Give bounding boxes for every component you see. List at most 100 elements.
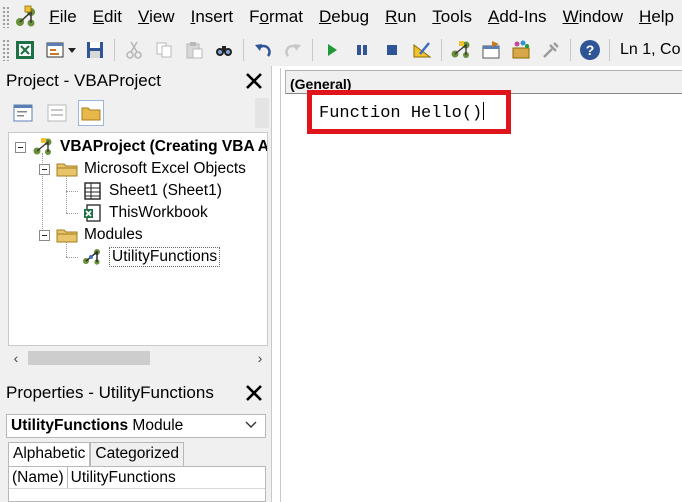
tree-item-thisworkbook[interactable]: ThisWorkbook [81, 202, 208, 224]
properties-window-icon[interactable] [480, 39, 502, 61]
menu-add-ins[interactable]: Add-Ins [480, 0, 555, 34]
menu-tools[interactable]: Tools [424, 0, 480, 34]
property-row[interactable]: (Name) UtilityFunctions [9, 467, 265, 489]
svg-text:?: ? [586, 42, 595, 58]
toggle-folders-button[interactable] [78, 100, 104, 126]
tree-connector [66, 257, 78, 258]
view-code-icon [13, 104, 33, 122]
menu-view[interactable]: View [130, 0, 183, 34]
tree-connector [66, 191, 78, 192]
menu-bar: File Edit View Insert Format Debug Run T… [0, 0, 682, 34]
close-project-pane-button[interactable] [241, 68, 267, 94]
menu-window[interactable]: Window [555, 0, 631, 34]
toolbar-separator [312, 39, 313, 61]
copy-icon[interactable] [153, 39, 175, 61]
toolbox-icon[interactable] [540, 39, 562, 61]
object-type: Module [132, 417, 184, 434]
paste-icon[interactable] [183, 39, 205, 61]
scroll-thumb[interactable] [28, 351, 150, 365]
vbaproject-icon [32, 137, 54, 157]
project-tree-hscrollbar[interactable]: ‹ › [8, 348, 268, 368]
tab-alphabetic[interactable]: Alphabetic [8, 442, 91, 466]
scroll-left-icon[interactable]: ‹ [8, 350, 24, 366]
toolbar-separator [570, 39, 571, 61]
properties-pane-titlebar: Properties - UtilityFunctions [0, 378, 271, 408]
project-explorer-icon[interactable] [450, 39, 472, 61]
object-browser-icon[interactable] [510, 39, 532, 61]
menu-debug[interactable]: Debug [311, 0, 377, 34]
object-selector-dropdown[interactable]: UtilityFunctions Module [6, 414, 266, 438]
property-value[interactable]: UtilityFunctions [68, 467, 179, 488]
menu-file[interactable]: File [45, 0, 84, 34]
menu-help[interactable]: Help [631, 0, 682, 34]
tree-connector [66, 175, 67, 213]
thisworkbook-label: ThisWorkbook [109, 204, 208, 221]
design-mode-icon[interactable] [411, 39, 433, 61]
worksheet-icon [81, 181, 103, 201]
vbaproject-label: VBAProject (Creating VBA Add-In) [60, 138, 268, 155]
property-name: (Name) [9, 467, 68, 488]
view-object-button[interactable] [44, 100, 70, 126]
reset-icon[interactable] [381, 39, 403, 61]
utilityfunctions-label: UtilityFunctions [109, 247, 221, 267]
run-icon[interactable] [321, 39, 343, 61]
properties-tabs: Alphabetic Categorized [8, 442, 184, 466]
tree-item-excel-objects[interactable]: Microsoft Excel Objects [39, 158, 246, 180]
undo-icon[interactable] [252, 39, 274, 61]
menu-insert[interactable]: Insert [183, 0, 242, 34]
find-icon[interactable] [213, 39, 235, 61]
project-pane-title: Project - VBAProject [6, 71, 161, 90]
view-code-button[interactable] [10, 100, 36, 126]
insert-userform-icon[interactable] [44, 39, 66, 61]
toolbar-separator [243, 39, 244, 61]
collapse-toggle[interactable] [39, 229, 50, 241]
tree-item-vbaproject[interactable]: VBAProject (Creating VBA Add-In) [15, 136, 268, 158]
tree-item-sheet1[interactable]: Sheet1 (Sheet1) [81, 180, 222, 202]
close-icon [246, 385, 262, 401]
toolbar-separator [114, 39, 115, 61]
collapse-toggle[interactable] [15, 141, 26, 153]
properties-pane: Properties - UtilityFunctions UtilityFun… [0, 378, 272, 502]
module-icon [81, 247, 103, 267]
menu-format[interactable]: Format [241, 0, 311, 34]
close-properties-pane-button[interactable] [241, 380, 267, 406]
sheet1-label: Sheet1 (Sheet1) [109, 182, 222, 199]
code-window[interactable]: (General) Function Hello() [280, 68, 682, 502]
highlight-annotation-box [307, 90, 511, 134]
menu-grip[interactable] [2, 6, 10, 28]
view-excel-icon[interactable] [14, 39, 36, 61]
workbook-icon [81, 203, 103, 223]
close-icon [246, 73, 262, 89]
tab-categorized[interactable]: Categorized [90, 442, 184, 466]
tree-item-modules[interactable]: Modules [39, 224, 143, 246]
menu-edit[interactable]: Edit [85, 0, 130, 34]
tree-connector [66, 213, 78, 214]
toolbar-separator [609, 39, 610, 61]
redo-icon[interactable] [282, 39, 304, 61]
project-pane-toolbar [0, 96, 271, 130]
project-pane-mini-scroll[interactable] [255, 98, 269, 128]
object-name: UtilityFunctions [11, 417, 129, 434]
scroll-right-icon[interactable]: › [252, 350, 268, 366]
project-pane-titlebar: Project - VBAProject [0, 66, 271, 96]
insert-dropdown-arrow-icon[interactable] [68, 47, 76, 53]
collapse-toggle[interactable] [39, 163, 50, 175]
cut-icon[interactable] [123, 39, 145, 61]
chevron-down-icon[interactable] [245, 418, 257, 437]
folder-icon [56, 225, 78, 245]
excel-objects-label: Microsoft Excel Objects [84, 160, 246, 177]
folder-icon [81, 107, 101, 121]
properties-grid: (Name) UtilityFunctions [8, 466, 266, 502]
help-icon[interactable]: ? [579, 39, 601, 61]
cursor-position-status: Ln 1, Co [620, 41, 681, 58]
view-object-icon [47, 104, 67, 122]
toolbar-separator [441, 39, 442, 61]
save-icon[interactable] [84, 39, 106, 61]
menu-run[interactable]: Run [377, 0, 424, 34]
project-explorer-pane: Project - VBAProject VBAProject (Creatin… [0, 66, 272, 378]
modules-label: Modules [84, 226, 143, 243]
toolbar-grip[interactable] [2, 39, 10, 61]
break-icon[interactable] [351, 39, 373, 61]
project-tree[interactable]: VBAProject (Creating VBA Add-In) Microso… [8, 132, 268, 346]
tree-item-utilityfunctions[interactable]: UtilityFunctions [81, 246, 221, 268]
